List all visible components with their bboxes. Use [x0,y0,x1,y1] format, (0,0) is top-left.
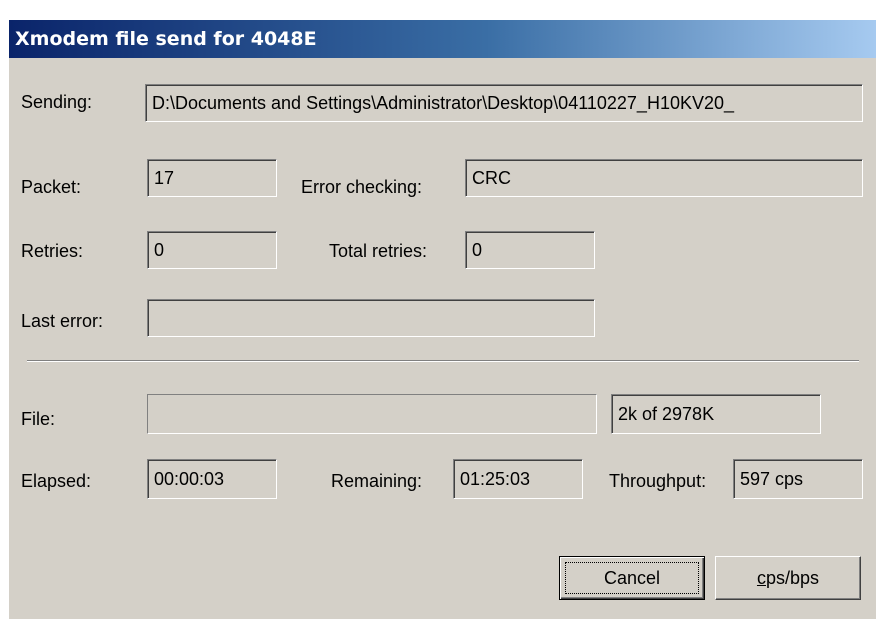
packet-label: Packet: [21,177,82,197]
cps-bps-label-rest: ps/bps [765,568,820,588]
file-label: File: [21,409,56,429]
remaining-field: 01:25:03 [453,459,583,499]
error-checking-field: CRC [465,159,863,197]
total-retries-label: Total retries: [329,241,428,261]
last-error-label: Last error: [21,311,104,331]
throughput-field: 597 cps [733,459,863,499]
elapsed-field: 00:00:03 [147,459,277,499]
elapsed-label: Elapsed: [21,471,92,491]
retries-label: Retries: [21,241,84,261]
remaining-label: Remaining: [331,471,423,491]
cancel-button-label: Cancel [603,568,661,588]
retries-field: 0 [147,231,277,269]
packet-field: 17 [147,159,277,197]
window-title: Xmodem file send for 4048E [15,28,317,50]
cps-bps-mnemonic: c [756,568,766,588]
sending-label: Sending: [21,92,93,112]
last-error-field [147,299,595,337]
file-size-field: 2k of 2978K [611,394,821,434]
throughput-label: Throughput: [609,471,707,491]
cancel-button[interactable]: Cancel [559,556,705,600]
cps-bps-toggle-button[interactable]: cps/bps [715,556,861,600]
total-retries-field: 0 [465,231,595,269]
separator [27,360,859,362]
transfer-progress-bar [147,394,597,434]
error-checking-label: Error checking: [301,177,423,197]
cps-bps-button-label: cps/bps [757,568,819,588]
sending-filename-field: D:\Documents and Settings\Administrator\… [145,84,863,122]
title-bar[interactable]: Xmodem file send for 4048E [9,20,876,58]
xmodem-dialog: Xmodem file send for 4048E Sending: D:\D… [8,20,876,619]
